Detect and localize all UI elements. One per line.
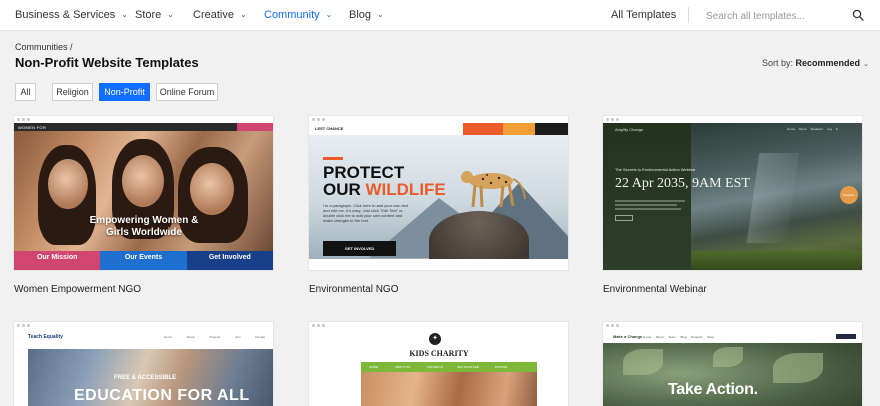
template-thumbnail[interactable]: LEST CHANCE PROTECT OUR WILDLIFE I'm a p… <box>309 116 568 270</box>
preview-title: KIDS CHARITY <box>409 349 469 358</box>
browser-bar <box>603 322 862 329</box>
chevron-down-icon: ⌄ <box>239 10 247 19</box>
template-name[interactable]: Women Empowerment NGO <box>14 284 141 295</box>
preview-logo: WOMEN FOR <box>18 125 47 130</box>
nav-item-store[interactable]: Store ⌄ <box>135 9 174 21</box>
template-thumbnail[interactable]: Amplify Change Home About Speakers Log I… <box>603 116 862 270</box>
nav-item-business-services[interactable]: Business & Services ⌄ <box>15 9 128 21</box>
browser-bar <box>14 116 273 123</box>
preview-register-button <box>615 215 633 221</box>
chevron-down-icon: ⌄ <box>121 10 128 19</box>
preview-page: Amplify Change Home About Speakers Log I… <box>603 123 862 270</box>
preview-nav: WOMEN FOR <box>14 123 273 131</box>
template-thumbnail[interactable]: Teach Equality Home About Projects Join … <box>14 322 273 406</box>
chevron-down-icon: ⌄ <box>167 10 174 19</box>
preview-hero-photo <box>361 372 537 406</box>
preview-donate-button <box>237 123 273 131</box>
template-thumbnail[interactable]: ✦ KIDS CHARITY HOME ABOUT US PROJECTS GE… <box>309 322 568 406</box>
preview-cell: Our Mission <box>14 251 101 270</box>
chevron-down-icon: ⌄ <box>377 10 384 19</box>
nav-item-blog[interactable]: Blog ⌄ <box>349 9 384 21</box>
page-title: Non-Profit Website Templates <box>15 55 199 70</box>
search-icon[interactable] <box>852 9 864 21</box>
preview-headline: PROTECT OUR WILDLIFE <box>323 163 446 199</box>
template-name[interactable]: Environmental Webinar <box>603 284 707 295</box>
filter-chip-non-profit[interactable]: Non-Profit <box>99 83 150 101</box>
sort-value: Recommended <box>795 58 861 68</box>
preview-page: Make a Change Home About Team Blog Proje… <box>603 329 862 406</box>
filter-chip-religion[interactable]: Religion <box>52 83 93 101</box>
preview-headline: Take Action. <box>668 381 758 398</box>
sort-label: Sort by: <box>762 58 794 68</box>
breadcrumb[interactable]: Communities / <box>15 42 73 52</box>
preview-headline: Empowering Women & Girls Worldwide <box>89 215 199 238</box>
nav-divider <box>688 7 689 23</box>
preview-page: LEST CHANCE PROTECT OUR WILDLIFE I'm a p… <box>309 123 568 270</box>
browser-bar <box>309 116 568 123</box>
preview-hero-photo: Empowering Women & Girls Worldwide <box>14 131 273 251</box>
sort-dropdown[interactable]: Sort by: Recommended ⌄ <box>762 58 869 68</box>
preview-date: 22 Apr 2035, 9AM EST <box>615 176 750 191</box>
preview-headline: EDUCATION FOR ALL <box>74 387 250 404</box>
browser-bar <box>603 116 862 123</box>
search-input[interactable] <box>706 9 866 23</box>
top-navigation: Business & Services ⌄ Store ⌄ Creative ⌄ Co… <box>0 0 880 31</box>
nav-item-community[interactable]: Community ⌄ <box>264 9 332 21</box>
nav-item-label: Community <box>264 9 320 21</box>
template-thumbnail[interactable]: WOMEN FOR Empowering Women & Girls World… <box>14 116 273 270</box>
preview-page: ✦ KIDS CHARITY HOME ABOUT US PROJECTS GE… <box>309 329 568 406</box>
chevron-down-icon: ⌄ <box>325 10 333 19</box>
nav-item-label: Business & Services <box>15 9 116 21</box>
browser-bar <box>14 322 273 329</box>
chevron-down-icon: ⌄ <box>863 61 869 68</box>
nav-item-label: Creative <box>193 9 234 21</box>
nav-item-creative[interactable]: Creative ⌄ <box>193 9 247 21</box>
browser-bar <box>309 322 568 329</box>
nav-item-label: Blog <box>349 9 372 21</box>
preview-logo-icon: ✦ <box>429 333 441 345</box>
filter-chip-online-forum[interactable]: Online Forum <box>156 83 218 101</box>
preview-body-text: I'm a paragraph. Click here to add your … <box>323 203 409 223</box>
preview-cta-button: GET INVOLVED <box>323 241 396 256</box>
preview-feature-row: Our Mission Our Events Get Involved <box>14 251 273 270</box>
preview-nav: Amplify Change Home About Speakers Log I… <box>615 127 839 132</box>
preview-cell: Get Involved <box>186 251 273 270</box>
template-name[interactable]: Environmental NGO <box>309 284 398 295</box>
preview-cell: Our Events <box>100 251 187 270</box>
template-thumbnail[interactable]: Make a Change Home About Team Blog Proje… <box>603 322 862 406</box>
preview-nav: LEST CHANCE <box>309 123 568 135</box>
preview-nav: HOME ABOUT US PROJECTS GET INVOLVED DONA… <box>361 362 537 372</box>
preview-badge: Register <box>840 186 858 204</box>
preview-page: Teach Equality Home About Projects Join … <box>14 329 273 406</box>
all-templates-link[interactable]: All Templates <box>611 9 676 21</box>
cheetah-illustration <box>461 171 526 208</box>
filter-chip-all[interactable]: All <box>15 83 36 101</box>
nav-item-label: Store <box>135 9 162 21</box>
